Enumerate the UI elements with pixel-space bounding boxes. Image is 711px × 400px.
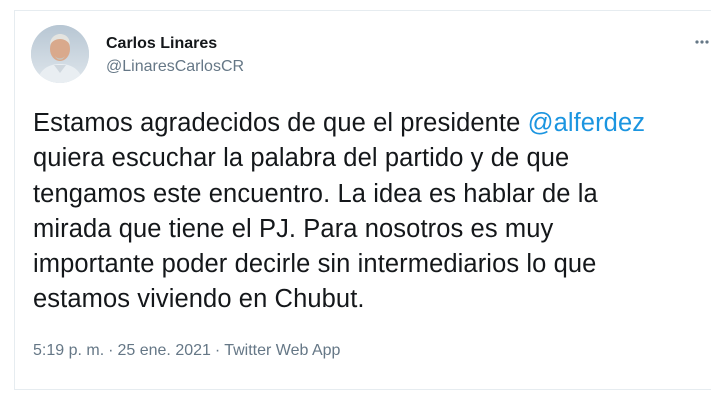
tweet-line: importante poder decirle sin intermediar…	[33, 250, 597, 279]
tweet-line: tengamos este encuentro. La idea es habl…	[33, 179, 598, 208]
tweet-line: Estamos agradecidos de que el presidente…	[33, 106, 698, 141]
tweet-line: mirada que tiene el PJ. Para nosotros es…	[33, 214, 554, 243]
tweet-source[interactable]: Twitter Web App	[224, 342, 340, 359]
tweet-meta: 5:19 p. m. · 25 ene. 2021 · Twitter Web App	[33, 341, 340, 361]
author-handle[interactable]: @LinaresCarlosCR	[106, 58, 244, 76]
tweet-text: Estamos agradecidos de que el presidente…	[33, 106, 698, 318]
avatar[interactable]	[31, 25, 89, 83]
meta-separator: ·	[214, 342, 221, 359]
tweet-page: Carlos Linares @LinaresCarlosCR Estamos …	[0, 0, 711, 400]
more-options-icon[interactable]	[694, 34, 710, 50]
profile-photo-icon	[31, 25, 89, 83]
tweet-date[interactable]: 25 ene. 2021	[117, 342, 210, 359]
mention-link[interactable]: @alferdez	[528, 109, 646, 137]
meta-separator: ·	[108, 342, 114, 359]
author-name[interactable]: Carlos Linares	[106, 35, 217, 53]
tweet-line-text: Estamos agradecidos de que el presidente	[33, 109, 528, 137]
tweet-time[interactable]: 5:19 p. m.	[33, 342, 104, 359]
tweet-line: estamos viviendo en Chubut.	[33, 285, 365, 314]
tweet-line: quiera escuchar la palabra del partido y…	[33, 144, 570, 173]
